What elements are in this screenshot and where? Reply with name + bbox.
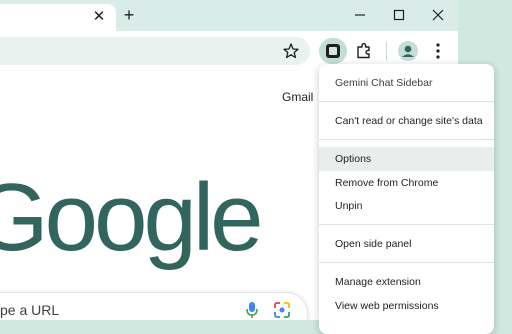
gmail-link[interactable]: Gmail <box>282 90 313 104</box>
menu-item-manage-extension[interactable]: Manage extension <box>319 270 494 294</box>
toolbar-divider <box>386 42 387 60</box>
more-menu-icon[interactable] <box>430 41 446 61</box>
menu-divider <box>319 139 494 140</box>
extensions-puzzle-icon[interactable] <box>354 41 374 61</box>
address-bar[interactable] <box>0 37 310 65</box>
menu-item-options[interactable]: Options <box>319 147 494 171</box>
menu-item-unpin[interactable]: Unpin <box>319 194 494 218</box>
tab-strip: ✕ + <box>0 0 458 31</box>
menu-site-access[interactable]: Can't read or change site's data <box>319 109 494 133</box>
minimize-icon[interactable] <box>348 4 372 26</box>
gemini-extension-button[interactable] <box>319 38 347 64</box>
new-tab-button[interactable]: + <box>119 5 139 25</box>
maximize-icon[interactable] <box>387 4 411 26</box>
close-window-icon[interactable] <box>426 4 450 26</box>
google-logo: Google <box>0 164 264 271</box>
active-tab[interactable]: ✕ <box>0 4 116 31</box>
menu-divider <box>319 224 494 225</box>
close-tab-icon[interactable]: ✕ <box>90 8 108 26</box>
menu-extension-title: Gemini Chat Sidebar <box>335 77 433 89</box>
extension-context-menu: Gemini Chat Sidebar Can't read or change… <box>319 64 494 334</box>
menu-item-remove[interactable]: Remove from Chrome <box>319 171 494 195</box>
profile-avatar-icon[interactable] <box>397 40 419 62</box>
voice-search-icon[interactable] <box>244 300 260 320</box>
extension-icon <box>326 44 340 58</box>
menu-item-view-web-permissions[interactable]: View web permissions <box>319 294 494 318</box>
menu-divider <box>319 101 494 102</box>
google-lens-icon[interactable] <box>272 300 292 320</box>
bookmark-star-icon[interactable] <box>282 42 300 60</box>
menu-item-open-side-panel[interactable]: Open side panel <box>319 232 494 256</box>
menu-divider <box>319 262 494 263</box>
search-placeholder: pe a URL <box>0 302 60 318</box>
